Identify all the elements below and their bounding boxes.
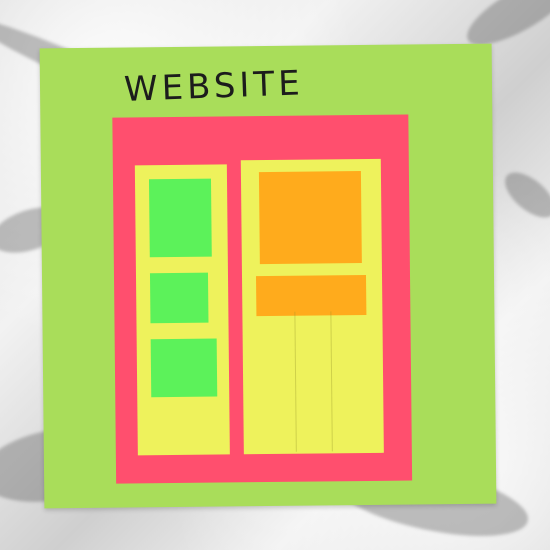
- main-banner-block: [256, 274, 367, 317]
- note-title: WEBSITE: [123, 63, 305, 110]
- main-header-block: [258, 171, 362, 265]
- main-column: [240, 158, 384, 455]
- sidebar-block-2: [149, 272, 209, 324]
- marble-vein: [497, 164, 550, 226]
- paper-seam: [294, 311, 297, 452]
- paper-seam: [330, 311, 333, 452]
- sidebar-block-1: [148, 178, 212, 258]
- sidebar-block-3: [150, 338, 218, 398]
- sidebar-column: [134, 164, 230, 456]
- page-frame: [112, 114, 413, 484]
- sticky-note: WEBSITE: [39, 43, 497, 509]
